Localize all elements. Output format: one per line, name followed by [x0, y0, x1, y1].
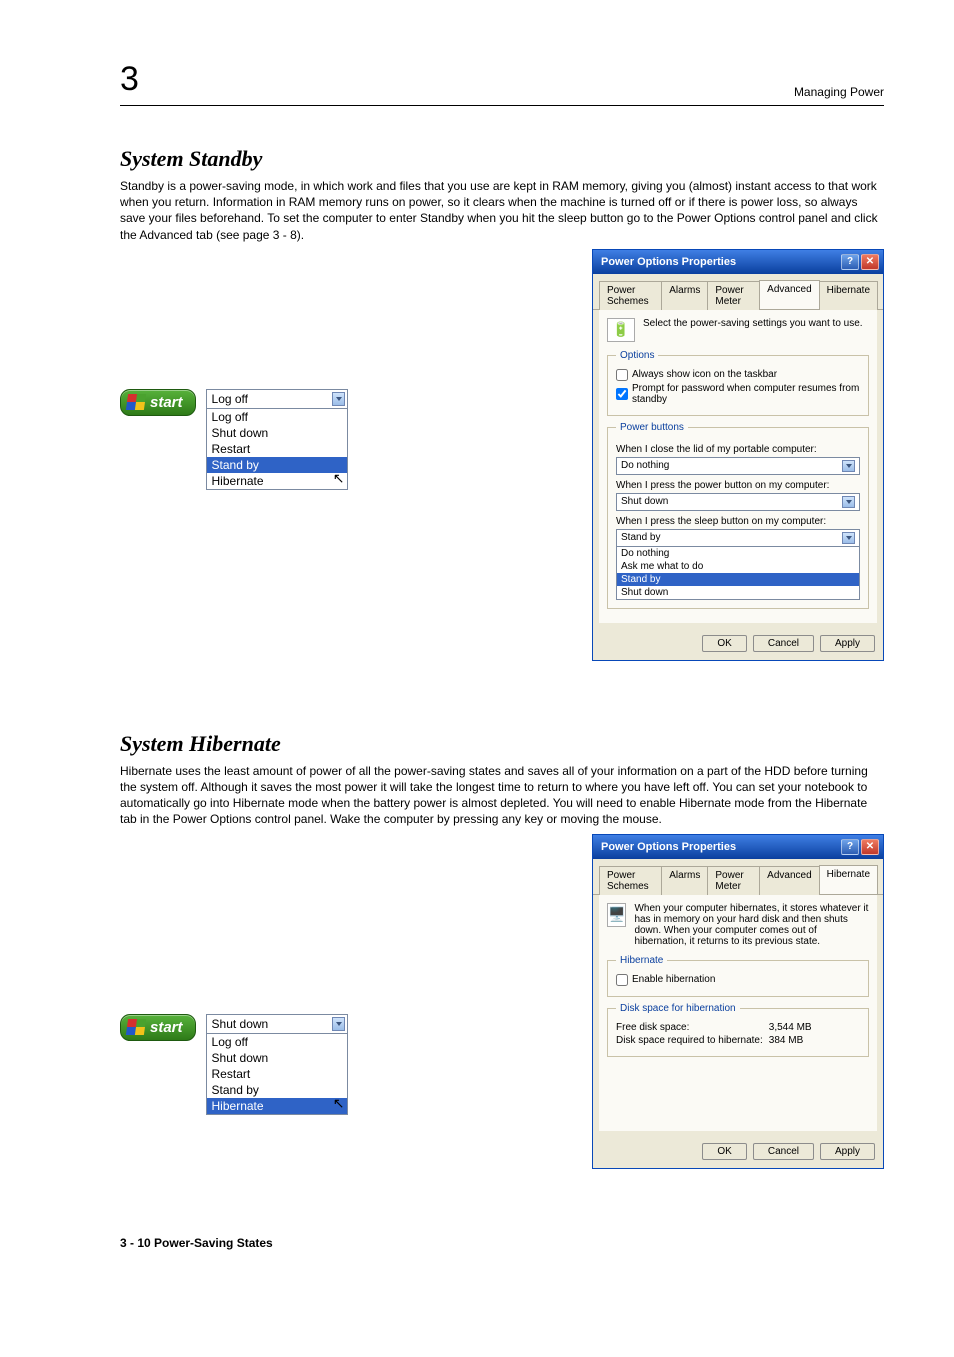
tab-hibernate[interactable]: Hibernate [819, 865, 878, 894]
tab-strip: Power Schemes Alarms Power Meter Advance… [593, 274, 883, 310]
combo-selected[interactable]: Shut down [207, 1015, 347, 1034]
chapter-name: Managing Power [794, 85, 884, 99]
combo-option[interactable]: Stand by [207, 1082, 347, 1098]
titlebar[interactable]: Power Options Properties ? ✕ [593, 250, 883, 274]
page-header: 3 Managing Power [120, 60, 884, 106]
combo-selected[interactable]: Log off [207, 390, 347, 409]
chapter-number: 3 [120, 60, 139, 99]
chevron-down-icon[interactable] [842, 496, 855, 508]
chevron-down-icon[interactable] [332, 1017, 345, 1031]
windows-flag-icon [126, 1019, 146, 1035]
cursor-icon: ↖ [333, 1095, 345, 1112]
help-button[interactable]: ? [841, 839, 859, 855]
options-fieldset: Options Always show icon on the taskbar … [607, 350, 869, 416]
power-options-dialog-hibernate: Power Options Properties ? ✕ Power Schem… [592, 834, 884, 1169]
ok-button[interactable]: OK [702, 635, 746, 652]
monitor-icon: 🖥️ [607, 903, 626, 927]
page-footer: 3 - 10 Power-Saving States [120, 1235, 884, 1251]
free-disk-space: Free disk space: 3,544 MB [616, 1022, 860, 1033]
apply-button[interactable]: Apply [820, 635, 875, 652]
start-button[interactable]: start [120, 389, 196, 416]
shutdown-combo[interactable]: Shut down Log off Shut down Restart Stan… [206, 1014, 348, 1115]
panel-description: Select the power-saving settings you wan… [643, 318, 863, 329]
battery-icon: 🔋 [607, 318, 635, 342]
power-options-dialog-advanced: Power Options Properties ? ✕ Power Schem… [592, 249, 884, 661]
cancel-button[interactable]: Cancel [753, 635, 814, 652]
dropdown-option[interactable]: Shut down [617, 586, 859, 599]
close-button[interactable]: ✕ [861, 254, 879, 270]
tab-power-schemes[interactable]: Power Schemes [599, 281, 662, 310]
hibernate-heading: System Hibernate [120, 731, 884, 757]
start-button[interactable]: start [120, 1014, 196, 1041]
combo-option[interactable]: Hibernate [207, 1098, 347, 1114]
chevron-down-icon[interactable] [842, 532, 855, 544]
start-button-label: start [150, 394, 183, 411]
dropdown-option[interactable]: Do nothing [617, 547, 859, 560]
combo-option[interactable]: Restart [207, 1066, 347, 1082]
hibernate-paragraph: Hibernate uses the least amount of power… [120, 763, 884, 828]
dialog-title: Power Options Properties [601, 841, 839, 853]
dropdown-option[interactable]: Ask me what to do [617, 560, 859, 573]
close-button[interactable]: ✕ [861, 839, 879, 855]
tab-power-meter[interactable]: Power Meter [707, 281, 760, 310]
apply-button[interactable]: Apply [820, 1143, 875, 1160]
disk-space-fieldset: Disk space for hibernation Free disk spa… [607, 1003, 869, 1057]
tab-alarms[interactable]: Alarms [661, 866, 708, 895]
tab-advanced[interactable]: Advanced [759, 280, 819, 309]
dialog-title: Power Options Properties [601, 256, 839, 268]
power-buttons-fieldset: Power buttons When I close the lid of my… [607, 422, 869, 609]
titlebar[interactable]: Power Options Properties ? ✕ [593, 835, 883, 859]
checkbox-enable-hibernation[interactable]: Enable hibernation [616, 974, 860, 986]
sleep-button-dropdown[interactable]: Do nothing Ask me what to do Stand by Sh… [616, 547, 860, 600]
combo-option[interactable]: Stand by [207, 457, 347, 473]
hibernate-fieldset: Hibernate Enable hibernation [607, 955, 869, 997]
power-button-label: When I press the power button on my comp… [616, 480, 860, 491]
combo-option[interactable]: Log off [207, 409, 347, 425]
chevron-down-icon[interactable] [332, 392, 345, 406]
sleep-button-label: When I press the sleep button on my comp… [616, 516, 860, 527]
chevron-down-icon[interactable] [842, 460, 855, 472]
required-disk-space: Disk space required to hibernate: 384 MB [616, 1035, 860, 1046]
cursor-icon: ↖ [333, 470, 345, 487]
lid-label: When I close the lid of my portable comp… [616, 444, 860, 455]
tab-power-meter[interactable]: Power Meter [707, 866, 760, 895]
cancel-button[interactable]: Cancel [753, 1143, 814, 1160]
tab-strip: Power Schemes Alarms Power Meter Advance… [593, 859, 883, 895]
start-button-label: start [150, 1019, 183, 1036]
tab-hibernate[interactable]: Hibernate [819, 281, 878, 310]
combo-option[interactable]: Shut down [207, 1050, 347, 1066]
tab-advanced[interactable]: Advanced [759, 866, 819, 895]
tab-power-schemes[interactable]: Power Schemes [599, 866, 662, 895]
dropdown-option[interactable]: Stand by [617, 573, 859, 586]
standby-heading: System Standby [120, 146, 884, 172]
lid-select[interactable]: Do nothing [616, 457, 860, 475]
ok-button[interactable]: OK [702, 1143, 746, 1160]
power-button-select[interactable]: Shut down [616, 493, 860, 511]
help-button[interactable]: ? [841, 254, 859, 270]
combo-option[interactable]: Log off [207, 1034, 347, 1050]
standby-paragraph: Standby is a power-saving mode, in which… [120, 178, 884, 243]
tab-alarms[interactable]: Alarms [661, 281, 708, 310]
panel-description: When your computer hibernates, it stores… [634, 903, 869, 947]
combo-option[interactable]: Shut down [207, 425, 347, 441]
sleep-button-select[interactable]: Stand by [616, 529, 860, 547]
combo-option[interactable]: Restart [207, 441, 347, 457]
checkbox-always-show-icon[interactable]: Always show icon on the taskbar [616, 369, 860, 381]
combo-option[interactable]: Hibernate [207, 473, 347, 489]
checkbox-prompt-password[interactable]: Prompt for password when computer resume… [616, 383, 860, 405]
shutdown-combo[interactable]: Log off Log off Shut down Restart Stand … [206, 389, 348, 490]
windows-flag-icon [126, 394, 146, 410]
